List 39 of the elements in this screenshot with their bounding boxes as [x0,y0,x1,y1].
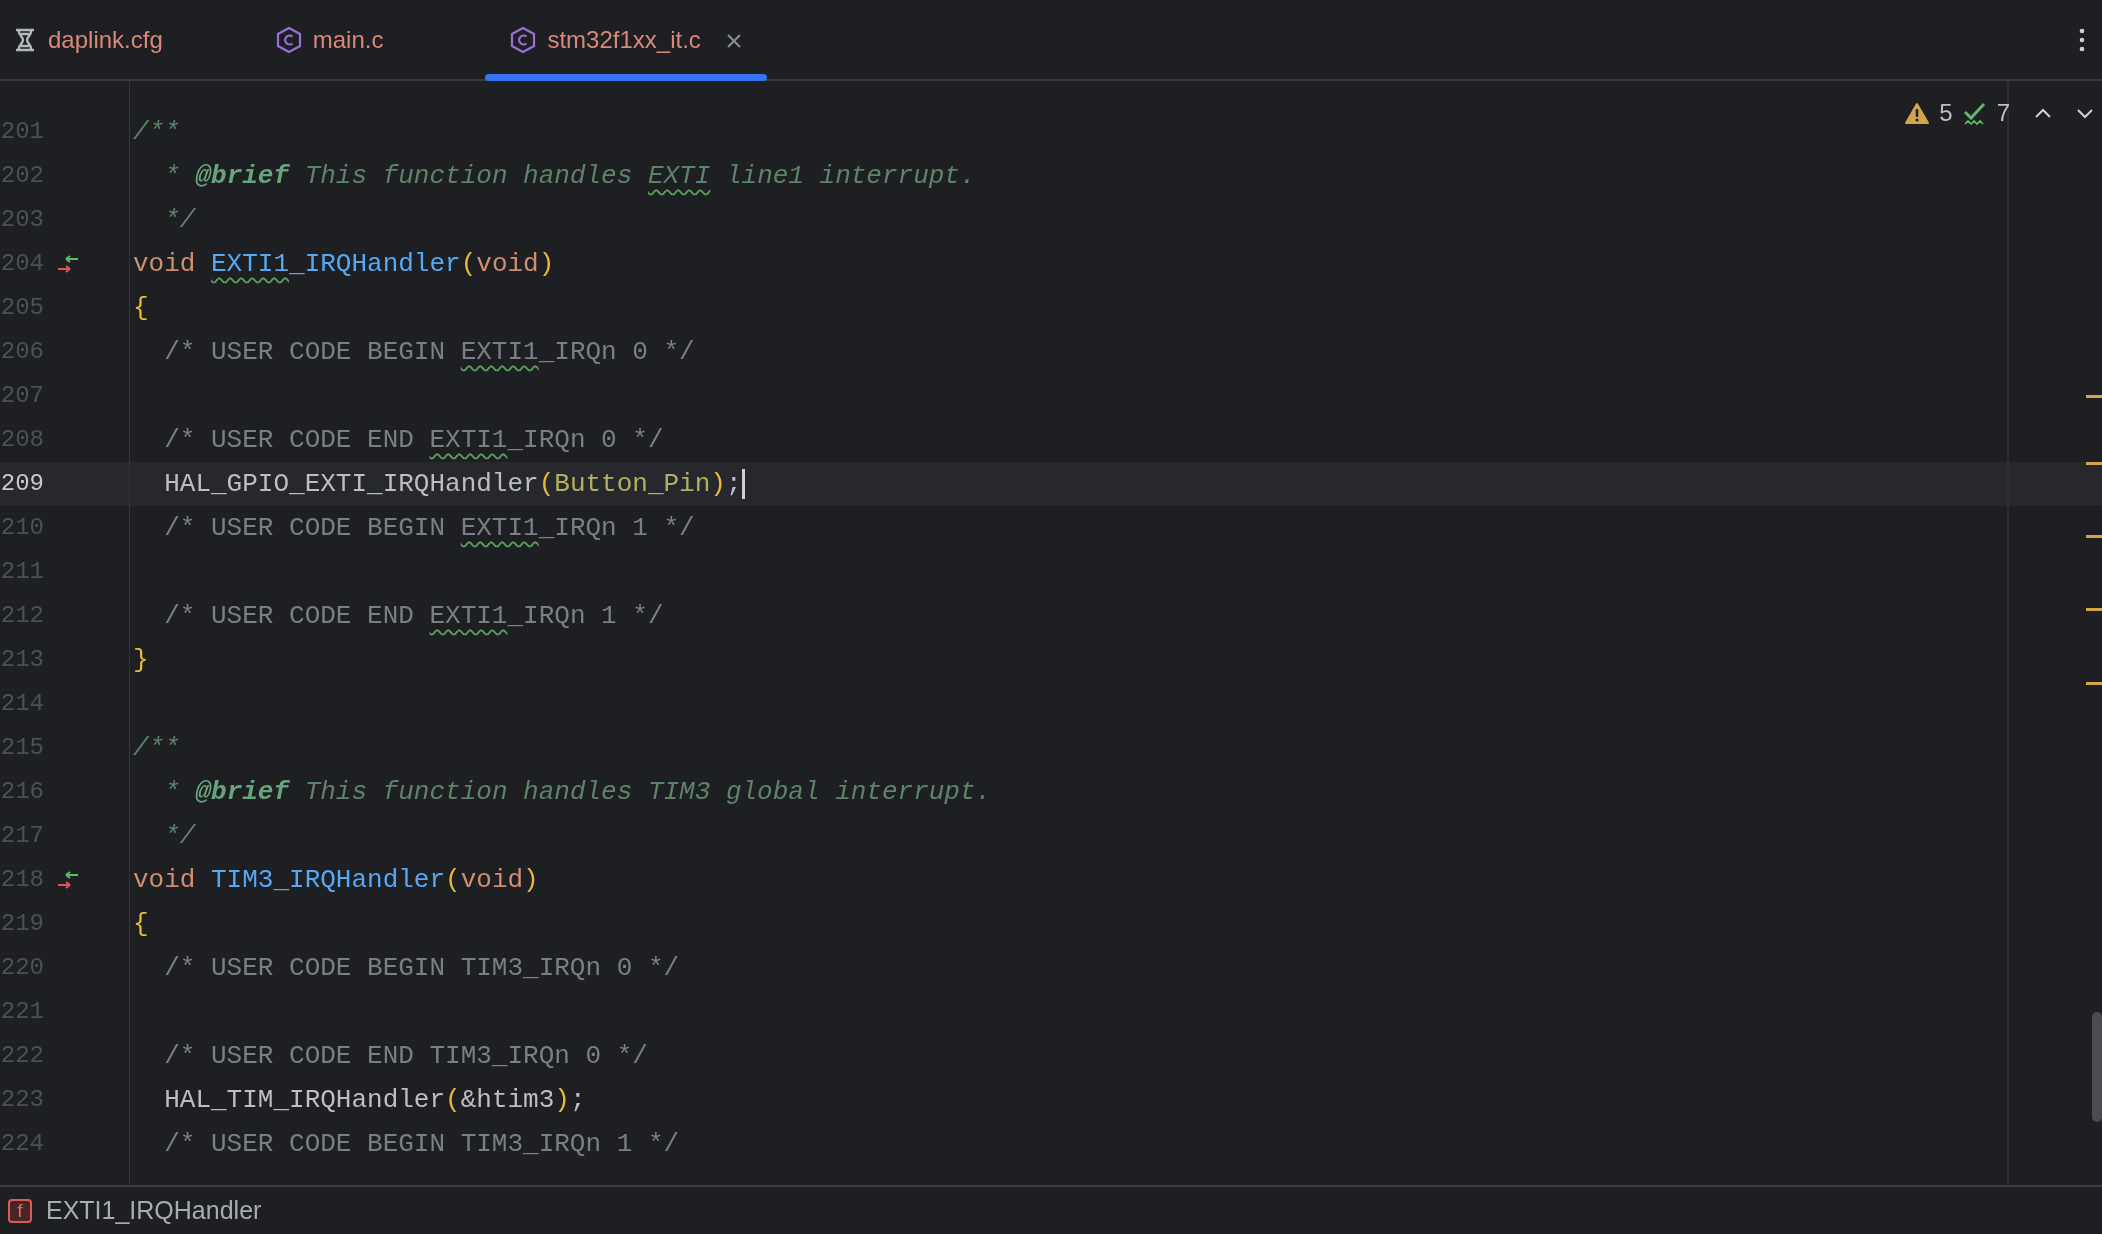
code-line: /* USER CODE END EXTI1_IRQn 1 */ [163,599,664,633]
c-file-icon [509,25,538,54]
c-file-icon [274,25,303,54]
line-number: 209 [0,469,44,499]
arrows-icon[interactable] [56,255,80,273]
code-line: } [132,643,149,677]
code-line: /* USER CODE BEGIN TIM3_IRQn 1 */ [163,1127,680,1161]
warning-icon [1905,101,1930,125]
code-line: { [132,907,149,941]
check-icon [1962,100,1987,126]
function-icon: f [8,1198,32,1223]
file-tab[interactable]: stm32f1xx_it.c [485,0,767,79]
code-line: * @brief This function handles EXTI line1 interrupt. [163,159,976,193]
chevron-up-icon[interactable] [2034,106,2052,120]
code-line: */ [163,203,196,237]
more-icon[interactable] [2078,26,2086,53]
code-line: HAL_TIM_IRQHandler(&htim3); [163,1083,586,1117]
code-line: { [132,291,149,325]
chevron-down-icon[interactable] [2076,106,2094,120]
warning-count: 5 [1939,98,1953,128]
scrollbar-thumb[interactable] [2092,1012,2102,1122]
code-line: /** [132,115,180,149]
breadcrumb-item[interactable]: EXTI1_IRQHandler [46,1191,262,1230]
arrows-icon[interactable] [56,871,80,889]
code-line: /* USER CODE BEGIN EXTI1_IRQn 1 */ [163,511,695,545]
code-line: /* USER CODE END TIM3_IRQn 0 */ [163,1039,648,1073]
code-line: * @brief This function handles TIM3 global interrupt. [163,775,992,809]
code-line: */ [163,819,196,853]
code-line: /** [132,731,180,765]
code-line: void EXTI1_IRQHandler(void) [132,247,555,281]
code-line: /* USER CODE BEGIN EXTI1_IRQn 0 */ [163,335,695,369]
code-line: HAL_GPIO_EXTI_IRQHandler(Button_Pin); [163,467,742,501]
weak-warning-count: 7 [1996,98,2010,128]
text-caret [741,469,745,499]
code-line: void TIM3_IRQHandler(void) [132,863,539,897]
file-tab[interactable]: daplink.cfg [0,0,187,79]
code-line: /* USER CODE BEGIN TIM3_IRQn 0 */ [163,951,680,985]
code-line: /* USER CODE END EXTI1_IRQn 0 */ [163,423,664,457]
file-tab[interactable]: main.c [250,0,408,79]
